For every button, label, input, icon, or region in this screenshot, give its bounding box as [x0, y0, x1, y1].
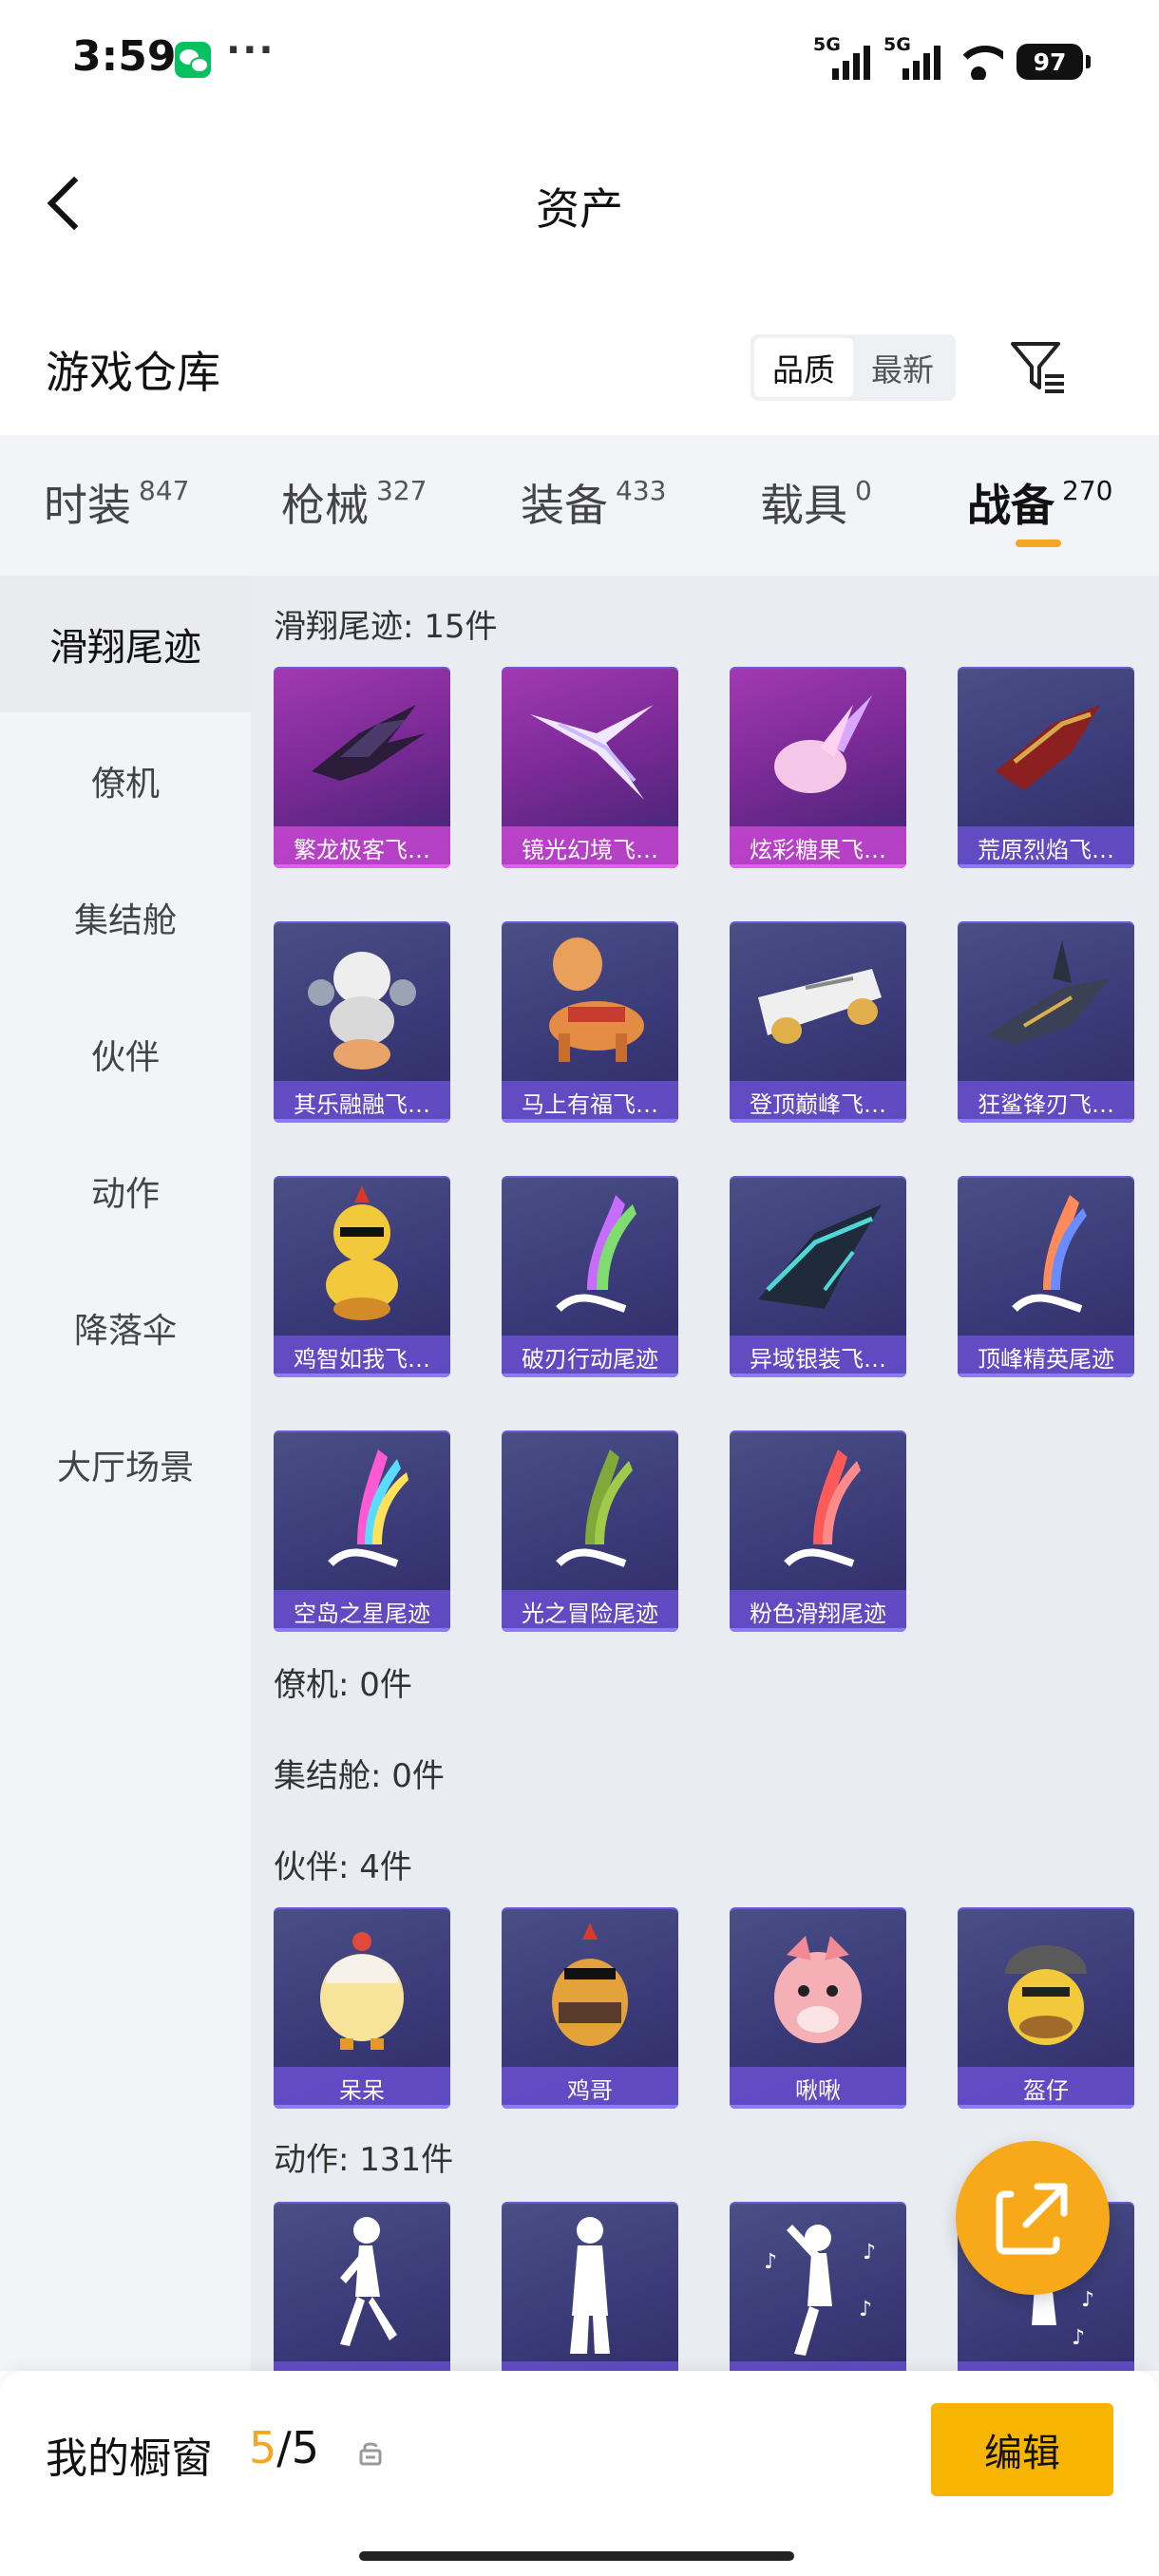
sort-option-newest[interactable]: 最新	[853, 338, 952, 397]
sort-option-quality[interactable]: 品质	[754, 338, 853, 397]
active-tab-indicator	[1016, 540, 1061, 547]
section-heading-wingman: 僚机: 0件	[274, 1666, 412, 1704]
svg-text:♪: ♪	[863, 2241, 876, 2264]
tab-vehicles[interactable]: 载具 0	[760, 471, 872, 534]
page-title: 资产	[536, 183, 623, 235]
section-heading-glide-trail: 滑翔尾迹: 15件	[274, 608, 498, 646]
section-heading-rally-pod: 集结舱: 0件	[274, 1757, 445, 1795]
lock-icon	[359, 2442, 382, 2466]
item-card[interactable]: 荒原烈焰飞…	[958, 667, 1134, 868]
showcase-label: 我的橱窗	[46, 2434, 213, 2483]
side-item-lobby-scene[interactable]: 大厅场景	[0, 1396, 251, 1533]
edit-button[interactable]: 编辑	[931, 2403, 1113, 2496]
section-heading-emote: 动作: 131件	[274, 2141, 454, 2179]
tab-equipment[interactable]: 装备 433	[521, 471, 666, 534]
more-notifications-icon: ···	[226, 28, 276, 72]
filter-icon[interactable]	[1009, 338, 1068, 397]
item-card[interactable]: 其乐融融飞…	[274, 921, 450, 1123]
item-card[interactable]: 鸡智如我飞…	[274, 1176, 450, 1377]
item-card[interactable]: 登顶巅峰飞…	[730, 921, 906, 1123]
item-card[interactable]: 马上有福飞…	[502, 921, 678, 1123]
item-card[interactable]: 狂鲨锋刃飞…	[958, 921, 1134, 1123]
item-card[interactable]: 啾啾	[730, 1907, 906, 2109]
svg-text:♪: ♪	[1072, 2326, 1085, 2350]
item-card[interactable]: ♪ ♪ ♪	[730, 2202, 906, 2371]
item-card[interactable]: 光之冒险尾迹	[502, 1430, 678, 1632]
tab-fashion[interactable]: 时装 847	[44, 471, 189, 534]
side-item-emote[interactable]: 动作	[0, 1123, 251, 1260]
signal-icon: 5G	[813, 34, 870, 80]
status-time: 3:59	[72, 32, 177, 81]
item-card[interactable]: 镜光幻境飞…	[502, 667, 678, 868]
status-indicators: 5G 5G 97	[813, 34, 1091, 80]
status-bar: 3:59 ··· 5G 5G 97	[0, 0, 1159, 114]
sort-toggle[interactable]: 品质 最新	[750, 334, 956, 401]
home-indicator[interactable]	[359, 2551, 794, 2561]
side-menu: 滑翔尾迹 僚机 集结舱 伙伴 动作 降落伞 大厅场景	[0, 576, 251, 2371]
item-card[interactable]: 炫彩糖果飞…	[730, 667, 906, 868]
item-card[interactable]	[274, 2202, 450, 2371]
battery-icon: 97	[1016, 44, 1091, 80]
signal-icon-2: 5G	[884, 34, 940, 80]
item-card[interactable]: 顶峰精英尾迹	[958, 1176, 1134, 1377]
item-card[interactable]: 破刃行动尾迹	[502, 1176, 678, 1377]
item-card[interactable]: 呆呆	[274, 1907, 450, 2109]
tab-firearms[interactable]: 枪械 327	[281, 471, 427, 534]
side-item-glide-trail[interactable]: 滑翔尾迹	[0, 576, 251, 712]
side-item-companion[interactable]: 伙伴	[0, 986, 251, 1123]
side-item-parachute[interactable]: 降落伞	[0, 1260, 251, 1396]
share-button[interactable]	[956, 2141, 1110, 2295]
item-card[interactable]: 异域银装飞…	[730, 1176, 906, 1377]
svg-text:♪: ♪	[764, 2250, 777, 2274]
item-card[interactable]	[502, 2202, 678, 2371]
item-card[interactable]: 繁龙极客飞…	[274, 667, 450, 868]
section-heading-companion: 伙伴: 4件	[274, 1848, 412, 1886]
warehouse-title: 游戏仓库	[46, 347, 220, 398]
showcase-count: 5/5	[249, 2422, 320, 2473]
wifi-icon	[954, 42, 1003, 80]
side-item-rally-pod[interactable]: 集结舱	[0, 849, 251, 986]
item-card[interactable]: 盔仔	[958, 1907, 1134, 2109]
tab-combat-prep[interactable]: 战备 270	[967, 471, 1112, 534]
wechat-icon	[175, 42, 211, 78]
category-tabs: 时装 847 枪械 327 装备 433 载具 0 战备 270	[0, 435, 1159, 576]
showcase-bar: 我的橱窗 5/5 编辑	[0, 2371, 1159, 2576]
share-external-icon	[996, 2183, 1068, 2255]
item-card[interactable]: 空岛之星尾迹	[274, 1430, 450, 1632]
side-item-wingman[interactable]: 僚机	[0, 712, 251, 849]
svg-text:♪: ♪	[859, 2298, 872, 2321]
item-card[interactable]: 粉色滑翔尾迹	[730, 1430, 906, 1632]
item-card[interactable]: 鸡哥	[502, 1907, 678, 2109]
item-grid-area: 滑翔尾迹: 15件 繁龙极客飞… 镜光幻境飞… 炫彩糖果飞… 荒原烈焰飞… 其乐…	[251, 576, 1159, 2371]
